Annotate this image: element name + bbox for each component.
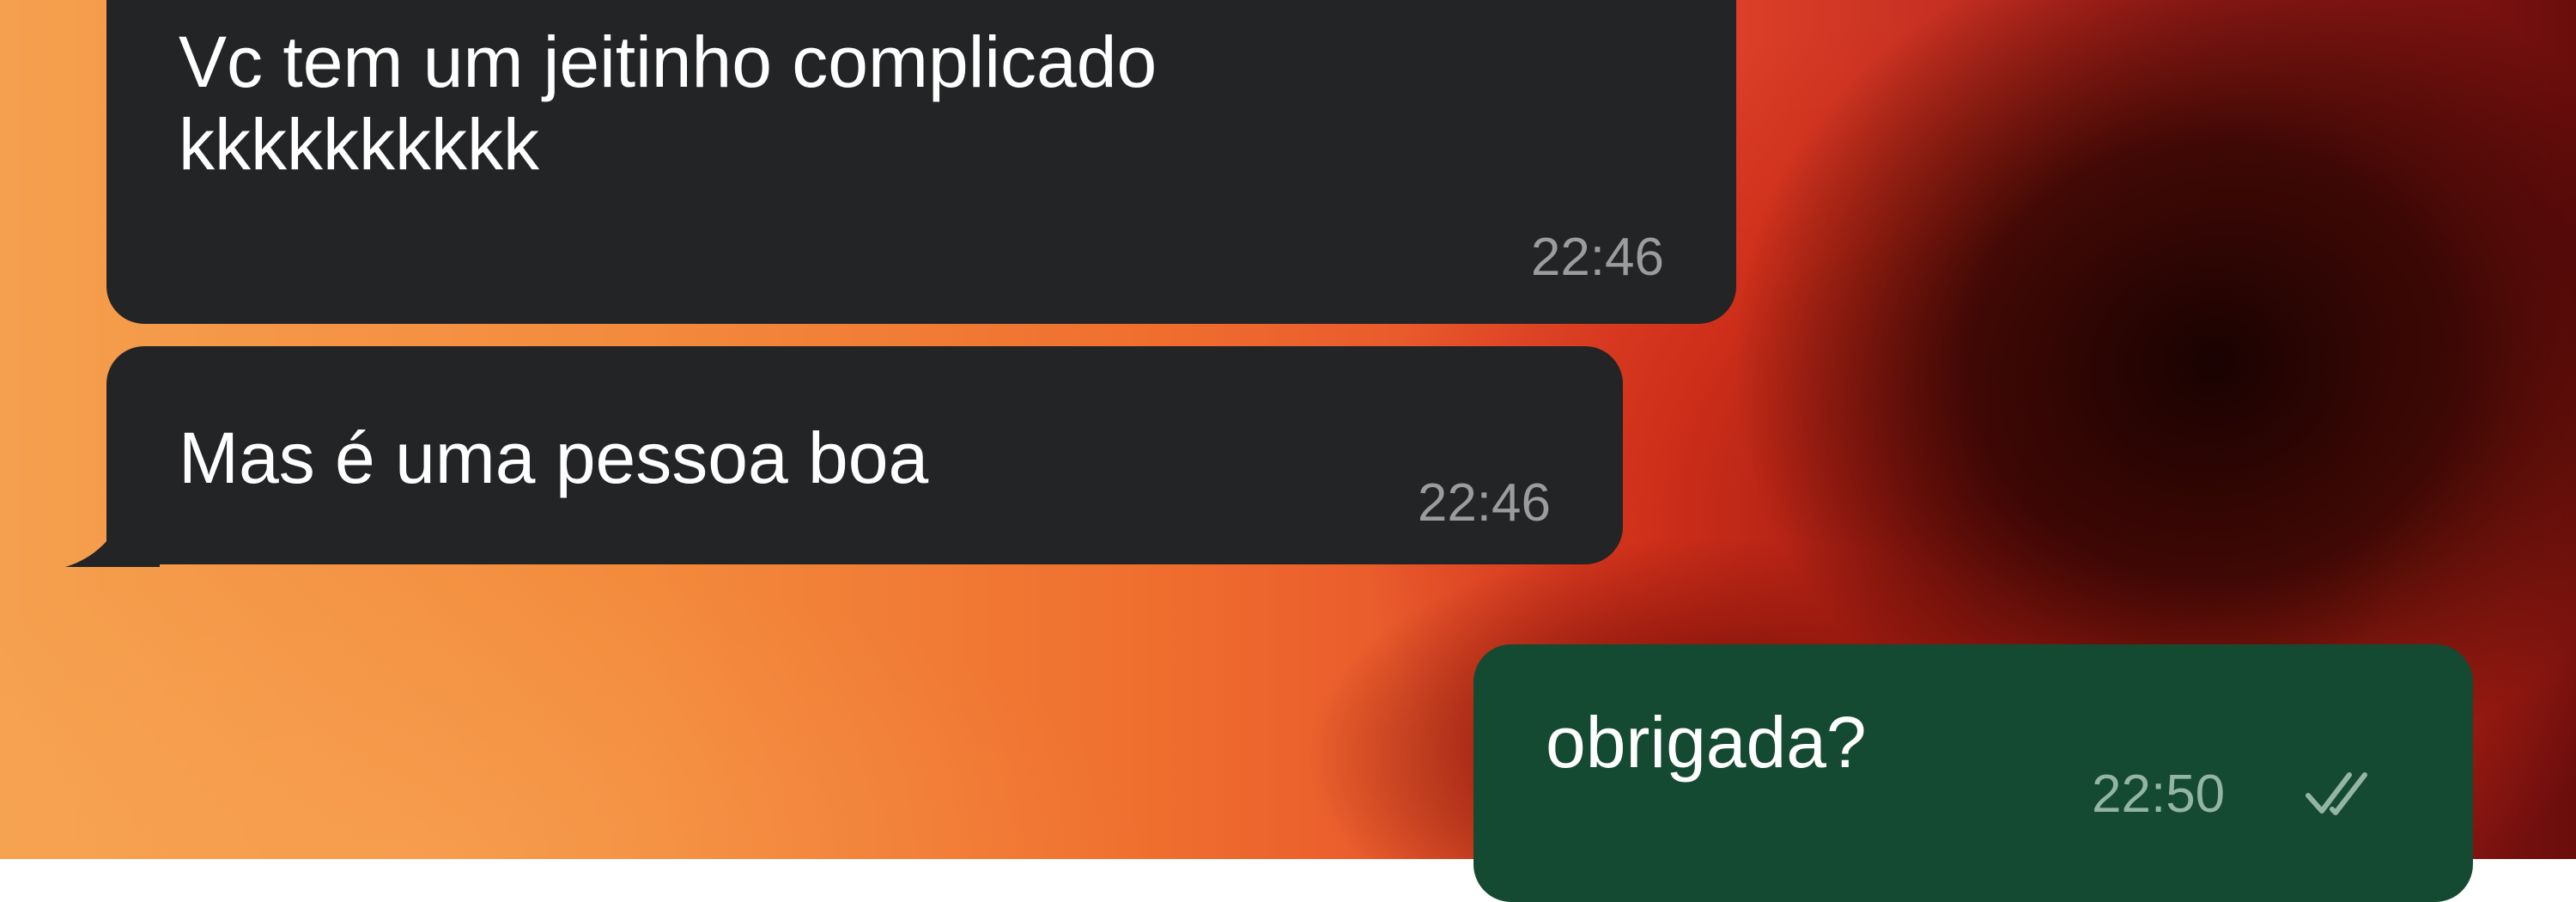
- incoming-message-bubble[interactable]: Mas é uma pessoa boa 22:46: [106, 346, 1623, 564]
- message-timestamp: 22:50: [2092, 765, 2226, 824]
- message-text: Vc tem um jeitinho complicado kkkkkkkkkk: [179, 21, 1157, 185]
- message-text: obrigada?: [1546, 702, 1867, 783]
- incoming-message-bubble[interactable]: Vc tem um jeitinho complicado kkkkkkkkkk…: [106, 0, 1736, 324]
- double-check-read-icon: [2306, 772, 2367, 815]
- outgoing-message-bubble[interactable]: obrigada? 22:50: [1473, 644, 2473, 902]
- message-timestamp: 22:46: [1530, 228, 1664, 287]
- message-timestamp: 22:46: [1417, 473, 1551, 533]
- message-text: Mas é uma pessoa boa: [179, 417, 929, 498]
